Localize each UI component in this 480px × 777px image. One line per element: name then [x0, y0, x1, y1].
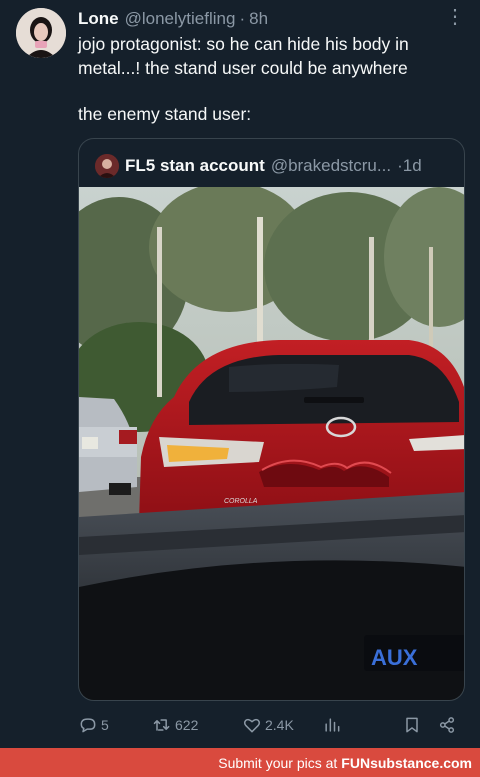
avatar-image — [16, 8, 66, 58]
tweet-text-line: jojo protagonist: so he can hide his bod… — [78, 34, 409, 78]
timestamp[interactable]: 8h — [249, 9, 268, 29]
tweet-header: Lone @lonelytiefling · 8h — [78, 8, 464, 30]
retweet-button[interactable]: 622 — [152, 715, 198, 735]
car-photo[interactable]: COROLLA AUX — [79, 187, 465, 701]
reply-icon — [80, 718, 96, 733]
share-icon — [439, 717, 455, 733]
aux-label: AUX — [371, 645, 418, 670]
views-button[interactable] — [322, 715, 342, 735]
quoted-timestamp: 1d — [402, 156, 422, 175]
watermark-site: FUNsubstance.com — [341, 754, 472, 771]
separator-dot: · — [239, 9, 246, 28]
quoted-display-name: FL5 stan account — [125, 156, 265, 175]
tweet-text-line: the enemy stand user: — [78, 104, 252, 124]
retweet-icon — [153, 719, 170, 731]
like-count: 2.4K — [265, 717, 294, 733]
watermark-banner: Submit your pics at FUNsubstance.com — [0, 748, 480, 777]
bookmark-button[interactable] — [402, 715, 422, 735]
bookmark-icon — [406, 717, 418, 733]
user-handle[interactable]: @lonelytiefling — [125, 9, 236, 29]
like-icon — [243, 718, 261, 733]
like-button[interactable]: 2.4K — [242, 715, 294, 735]
watermark-prefix: Submit your pics at — [218, 754, 338, 771]
user-avatar[interactable] — [16, 8, 66, 58]
quoted-tweet-header: FL5 stan account @brakedstcru... · 1d — [95, 153, 454, 179]
views-icon — [325, 718, 340, 732]
quoted-user-avatar — [95, 154, 119, 178]
tweet-text: jojo protagonist: so he can hide his bod… — [78, 32, 463, 126]
display-name[interactable]: Lone — [78, 9, 119, 29]
quoted-tweet[interactable]: FL5 stan account @brakedstcru... · 1d CO… — [78, 138, 465, 701]
car-badge: COROLLA — [224, 498, 258, 505]
quoted-user-handle: @brakedstcru... — [270, 156, 392, 175]
retweet-count: 622 — [175, 717, 199, 733]
more-options-icon[interactable]: ⋮ — [444, 6, 466, 28]
action-bar: 5 622 2.4K — [78, 712, 463, 738]
tweet[interactable]: Lone @lonelytiefling · 8h ⋮ jojo protago… — [0, 0, 480, 748]
reply-button[interactable]: 5 — [78, 715, 109, 735]
share-button[interactable] — [437, 715, 457, 735]
reply-count: 5 — [101, 717, 109, 733]
